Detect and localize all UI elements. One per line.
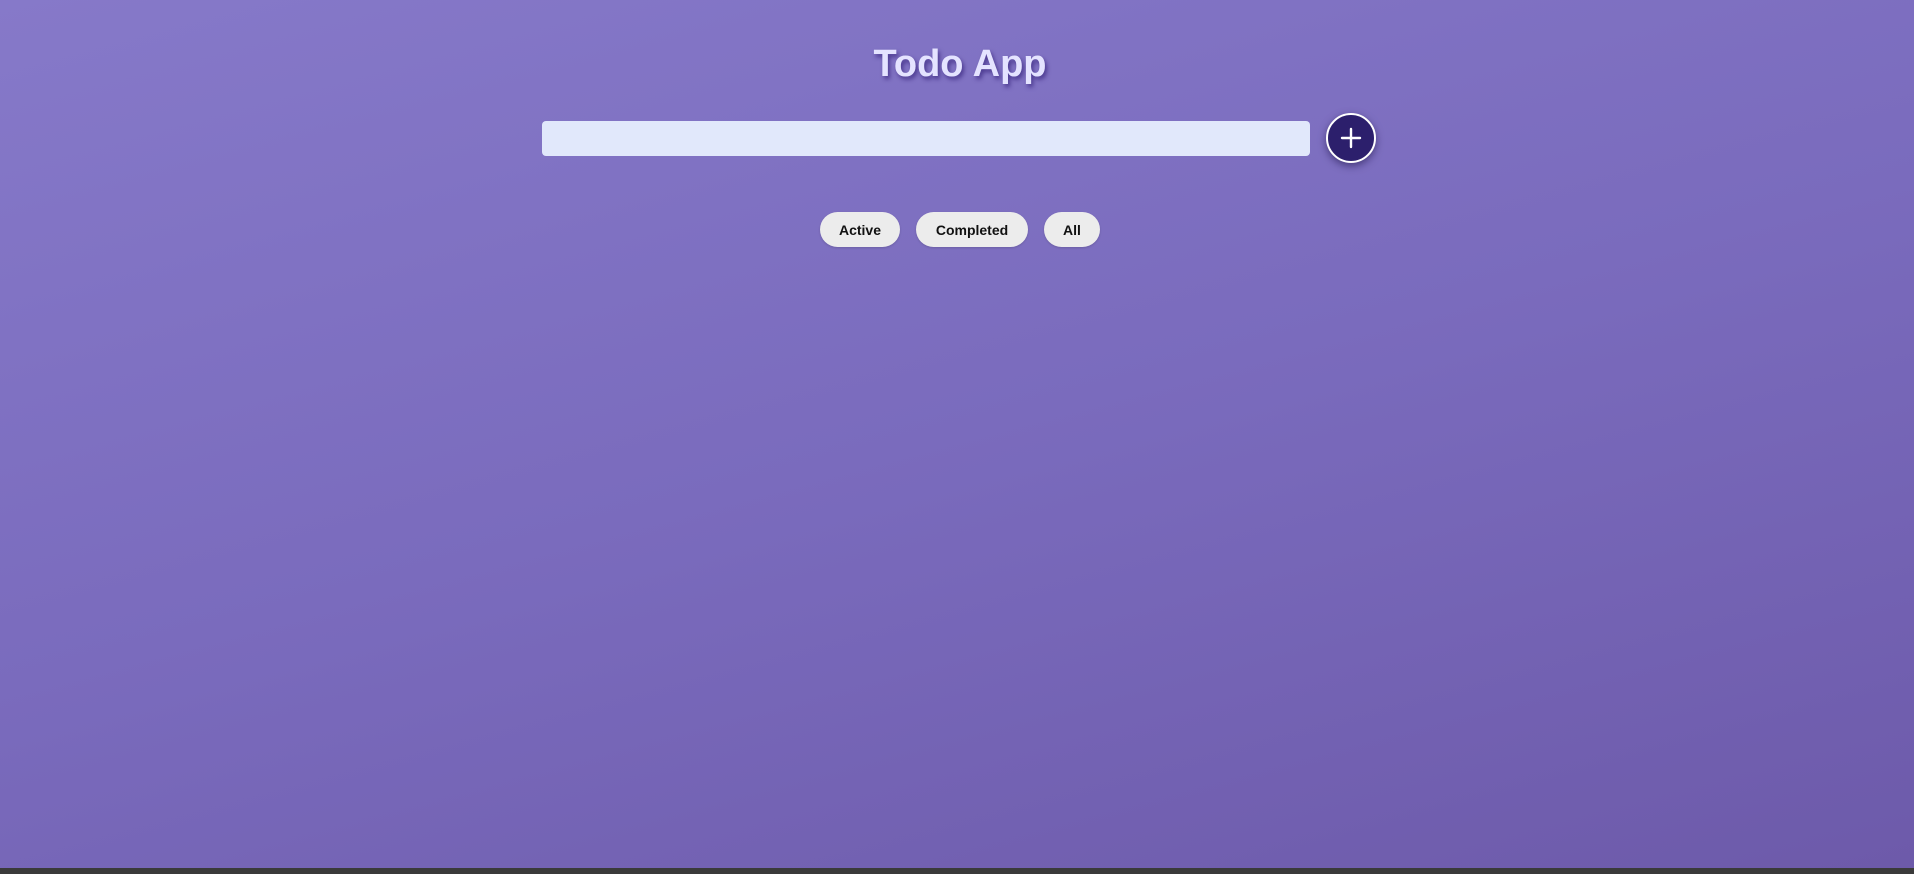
plus-icon (1340, 127, 1362, 149)
add-task-button[interactable] (1326, 113, 1376, 163)
new-task-input[interactable] (542, 121, 1310, 156)
page-title: Todo App (873, 43, 1047, 85)
bottom-edge-bar (0, 868, 1914, 874)
app-background: Todo App Active Completed All (0, 0, 1914, 868)
filter-completed-button[interactable]: Completed (916, 212, 1028, 247)
filter-active-button[interactable]: Active (820, 212, 900, 247)
filter-all-button[interactable]: All (1044, 212, 1100, 247)
